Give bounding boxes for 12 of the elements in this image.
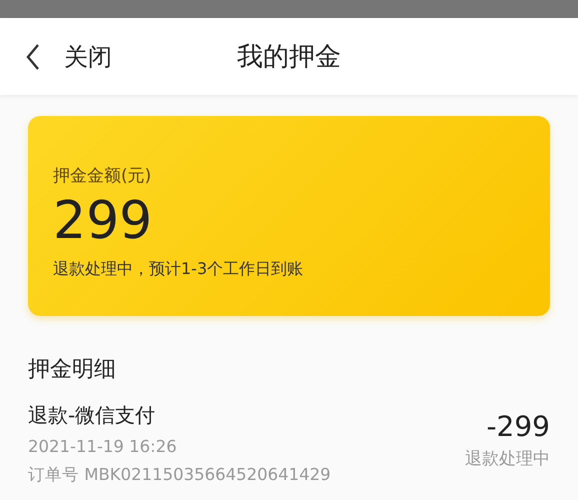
section-title: 押金明细 (28, 356, 116, 384)
order-number: 订单号 MBK02115035664520641429 (28, 464, 331, 486)
refund-note: 退款处理中，预计1-3个工作日到账 (53, 259, 304, 280)
back-icon (26, 42, 40, 70)
record-amount: -299 (486, 410, 550, 443)
deposit-amount: 299 (53, 190, 152, 253)
record-time: 2021-11-19 16:26 (28, 437, 178, 456)
page-title: 我的押金 (237, 42, 341, 72)
amount-label: 押金金额(元) (53, 165, 152, 187)
record-title: 退款-微信支付 (28, 402, 156, 429)
close-button[interactable]: 关闭 (22, 36, 116, 76)
record-status: 退款处理中 (465, 448, 550, 470)
